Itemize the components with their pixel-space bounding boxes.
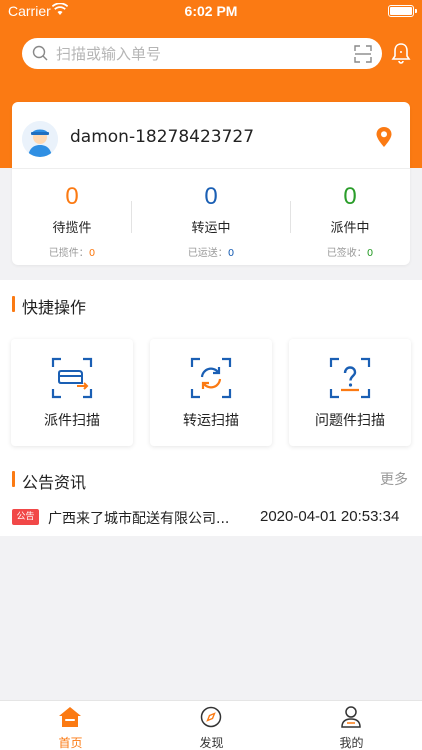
stat-label: 待揽件 xyxy=(52,221,92,236)
clock: 6:02 PM xyxy=(184,3,238,19)
stat-sub: 已运送：0 xyxy=(151,244,271,259)
stat-sub: 已揽件：0 xyxy=(12,244,132,259)
tab-label: 发现 xyxy=(199,736,224,750)
tab-mine[interactable]: 我的 xyxy=(281,701,422,750)
stat-sub-value: 0 xyxy=(88,248,96,259)
transfer-scan-label: 转运扫描 xyxy=(183,413,239,429)
tab-bar: 首页 发现 我的 xyxy=(0,700,422,750)
home-icon xyxy=(59,707,81,727)
notice-time: 2020-04-01 20:53:34 xyxy=(260,508,400,525)
stat-sub-label: 已签收： xyxy=(326,248,367,259)
dispatch-scan-label: 派件扫描 xyxy=(44,413,100,429)
stat-in-transit[interactable]: 0 转运中 已运送：0 xyxy=(151,182,271,259)
stat-label: 派件中 xyxy=(330,221,370,236)
search-icon xyxy=(32,45,48,61)
profile-icon xyxy=(341,706,361,728)
stat-sub-label: 已运送： xyxy=(187,248,228,259)
stat-sub-value: 0 xyxy=(227,248,235,259)
location-icon[interactable] xyxy=(375,126,393,148)
stat-sub-value: 0 xyxy=(366,248,374,259)
divider xyxy=(12,168,410,169)
stat-count: 0 xyxy=(343,183,357,210)
stat-sub: 已签收：0 xyxy=(290,244,410,259)
dispatch-scan-icon xyxy=(51,357,93,399)
quick-actions-title: 快捷操作 xyxy=(12,294,86,318)
more-link[interactable]: 更多 xyxy=(380,469,408,489)
search-bar[interactable] xyxy=(22,38,382,69)
notice-badge: 公告 xyxy=(12,509,39,525)
notice-title: 广西来了城市配送有限公司... xyxy=(48,511,230,527)
avatar[interactable] xyxy=(22,121,58,157)
tab-discover[interactable]: 发现 xyxy=(141,701,282,750)
username: damon-18278423727 xyxy=(70,127,255,147)
stat-separator xyxy=(131,201,132,233)
compass-icon xyxy=(200,706,222,728)
user-card: damon-18278423727 0 待揽件 已揽件：0 0 转运中 已运送：… xyxy=(12,102,410,265)
tab-home[interactable]: 首页 xyxy=(0,701,141,750)
notices-title: 公告资讯 xyxy=(12,469,86,493)
stat-count: 0 xyxy=(204,183,218,210)
battery-icon xyxy=(388,5,417,17)
search-input[interactable] xyxy=(56,43,336,64)
transfer-scan-icon xyxy=(190,357,232,399)
status-bar: Carrier 6:02 PM xyxy=(0,0,422,22)
tab-label: 首页 xyxy=(58,736,83,750)
stat-count: 0 xyxy=(65,183,79,210)
problem-scan-icon xyxy=(329,357,371,399)
user-row[interactable]: damon-18278423727 xyxy=(12,102,410,168)
stat-pending-pickup[interactable]: 0 待揽件 已揽件：0 xyxy=(12,182,132,259)
transfer-scan-button[interactable]: 转运扫描 xyxy=(150,339,272,446)
stat-delivering[interactable]: 0 派件中 已签收：0 xyxy=(290,182,410,259)
bell-icon[interactable] xyxy=(390,42,412,64)
tab-label: 我的 xyxy=(339,736,364,750)
notice-item[interactable]: 公告 广西来了城市配送有限公司... 2020-04-01 20:53:34 xyxy=(0,503,422,533)
scan-icon[interactable] xyxy=(354,45,372,63)
problem-scan-label: 问题件扫描 xyxy=(315,413,385,429)
problem-scan-button[interactable]: 问题件扫描 xyxy=(289,339,411,446)
stat-sub-label: 已揽件： xyxy=(48,248,89,259)
dispatch-scan-button[interactable]: 派件扫描 xyxy=(11,339,133,446)
stat-label: 转运中 xyxy=(191,221,231,236)
